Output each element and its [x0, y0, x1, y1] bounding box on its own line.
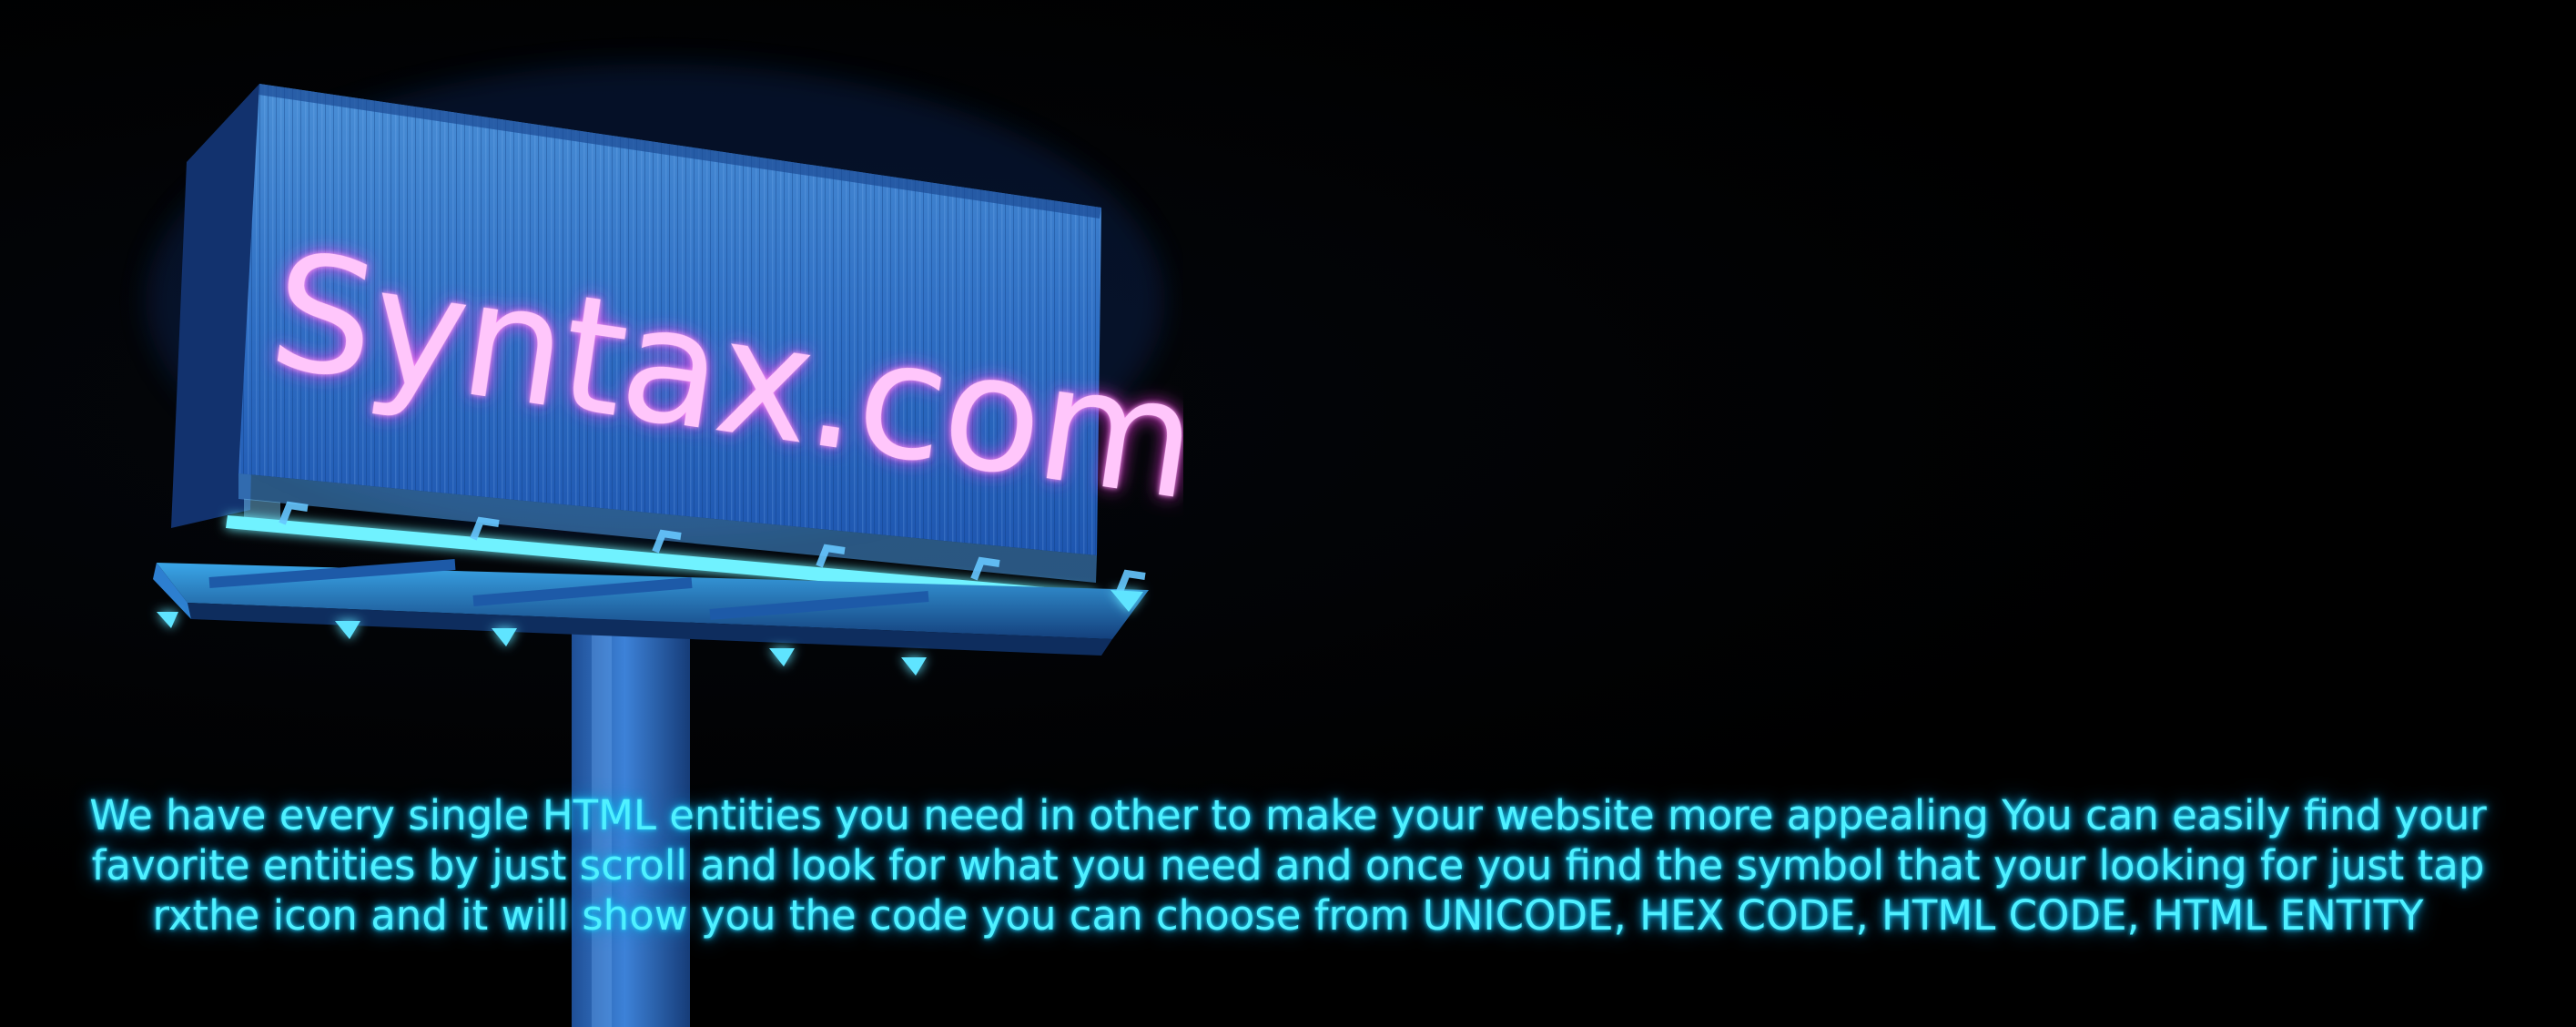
site-description: We have every single HTML entities you n… — [89, 791, 2487, 940]
hero-scene: Syntax.com We have every single HTML ent… — [0, 0, 2576, 1027]
